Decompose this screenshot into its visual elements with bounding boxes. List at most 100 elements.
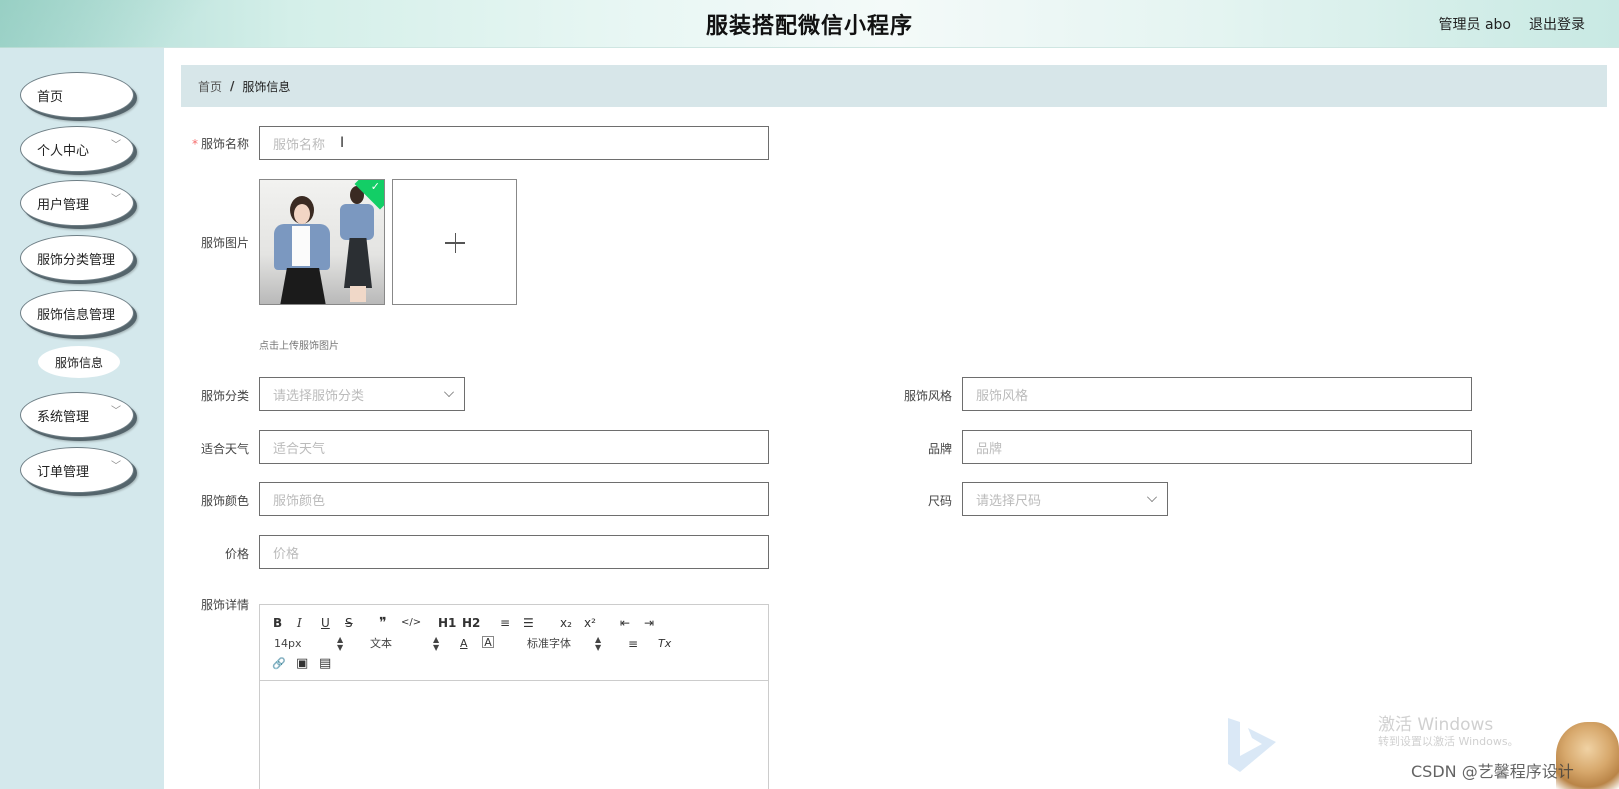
app-header: 服装搭配微信小程序 管理员 abo 退出登录 <box>0 0 1619 48</box>
photo-figure <box>350 286 366 302</box>
link-button[interactable]: 🔗 <box>272 656 286 672</box>
sidebar-item-label: 个人中心 <box>37 143 90 159</box>
sidebar-item-personal-center[interactable]: 个人中心 ﹀ <box>20 126 134 172</box>
windows-activation-subtitle: 转到设置以激活 Windows。 <box>1378 735 1519 748</box>
weather-placeholder: 适合天气 <box>273 441 326 457</box>
blockquote-button[interactable]: ❞ <box>379 615 387 631</box>
chevron-down-icon: ﹀ <box>111 406 121 417</box>
sidebar-item-home[interactable]: 首页 <box>20 72 134 118</box>
code-button[interactable]: </> <box>401 615 421 631</box>
size-placeholder: 请选择尺码 <box>976 493 1042 509</box>
size-label: 尺码 <box>927 494 952 508</box>
updown-icon: ▲ ▼ <box>433 635 440 652</box>
category-select[interactable]: 请选择服饰分类 <box>259 377 465 411</box>
italic-button[interactable]: I <box>297 615 302 631</box>
bold-button[interactable]: B <box>273 615 282 631</box>
brand-label: 品牌 <box>927 442 952 456</box>
bullet-list-button[interactable]: ☰ <box>523 615 534 631</box>
color-input[interactable]: 服饰颜色 <box>259 482 769 516</box>
brand-input[interactable]: 品牌 <box>962 430 1472 464</box>
sidebar-item-category-management[interactable]: 服饰分类管理 <box>20 235 134 281</box>
breadcrumb-separator: / <box>230 79 235 93</box>
sidebar: 首页 个人中心 ﹀ 用户管理 ﹀ 服饰分类管理 服饰信息管理 服饰信息 系统管理… <box>0 48 164 789</box>
editor-content[interactable] <box>260 682 768 789</box>
text-color-button[interactable]: A <box>460 636 468 652</box>
video-button[interactable]: ▤ <box>319 656 331 672</box>
image-label: 服饰图片 <box>200 236 249 250</box>
text-cursor-icon: I <box>340 135 345 151</box>
superscript-button[interactable]: x² <box>584 615 596 631</box>
name-placeholder: 服饰名称 <box>273 137 326 153</box>
chevron-down-icon <box>1147 492 1157 502</box>
bing-logo-icon <box>1228 718 1276 772</box>
style-label: 服饰风格 <box>903 389 952 403</box>
photo-figure <box>292 226 310 266</box>
image-button[interactable]: ▣ <box>296 656 308 672</box>
sidebar-item-system-management[interactable]: 系统管理 ﹀ <box>20 392 134 438</box>
current-user: 管理员 abo <box>1438 17 1511 33</box>
chevron-down-icon: ﹀ <box>111 140 121 151</box>
required-mark: * <box>191 137 198 151</box>
photo-figure <box>340 204 374 240</box>
upload-hint: 点击上传服饰图片 <box>259 341 339 352</box>
outdent-button[interactable]: ⇤ <box>620 615 630 631</box>
indent-button[interactable]: ⇥ <box>644 615 654 631</box>
photo-figure <box>294 204 310 224</box>
price-label: 价格 <box>224 547 249 561</box>
align-button[interactable]: ≡ <box>628 636 638 652</box>
sidebar-item-label: 服饰信息 <box>54 355 103 370</box>
sidebar-item-label: 订单管理 <box>37 464 90 480</box>
h2-button[interactable]: H2 <box>462 615 480 631</box>
price-input[interactable]: 价格 <box>259 535 769 569</box>
font-family-select[interactable]: 标准字体 ▲ ▼ <box>527 636 603 652</box>
upload-image-button[interactable] <box>392 179 517 305</box>
sidebar-item-label: 服饰信息管理 <box>37 307 116 323</box>
text-type-select[interactable]: 文本 ▲ ▼ <box>370 636 440 652</box>
subscript-button[interactable]: x₂ <box>560 615 572 631</box>
editor-toolbar: B I U S ❞ </> H1 H2 ≡ ☰ x₂ x² ⇤ ⇥ 14px ▲… <box>260 605 768 681</box>
font-size-select[interactable]: 14px ▲ ▼ <box>274 636 344 652</box>
updown-icon: ▲ ▼ <box>337 635 344 652</box>
style-input[interactable]: 服饰风格 <box>962 377 1472 411</box>
breadcrumb: 首页 / 服饰信息 <box>181 65 1607 107</box>
underline-button[interactable]: U <box>321 615 330 631</box>
weather-input[interactable]: 适合天气 <box>259 430 769 464</box>
brand-placeholder: 品牌 <box>976 441 1003 457</box>
photo-figure <box>280 268 326 304</box>
sidebar-item-user-management[interactable]: 用户管理 ﹀ <box>20 180 134 226</box>
plus-icon <box>454 233 456 253</box>
size-select[interactable]: 请选择尺码 <box>962 482 1168 516</box>
name-label-text: 服饰名称 <box>200 137 249 151</box>
sidebar-item-order-management[interactable]: 订单管理 ﹀ <box>20 447 134 493</box>
text-type-value: 文本 <box>370 637 392 650</box>
sidebar-item-label: 首页 <box>37 89 64 105</box>
sidebar-subitem-clothing-info[interactable]: 服饰信息 <box>38 346 120 378</box>
sidebar-item-label: 用户管理 <box>37 197 90 213</box>
color-label: 服饰颜色 <box>200 494 249 508</box>
app-title: 服装搭配微信小程序 <box>705 14 913 39</box>
color-placeholder: 服饰颜色 <box>273 493 326 509</box>
h1-button[interactable]: H1 <box>438 615 456 631</box>
strike-button[interactable]: S <box>345 615 353 631</box>
font-size-value: 14px <box>274 637 302 650</box>
updown-icon: ▲ ▼ <box>595 635 602 652</box>
price-placeholder: 价格 <box>273 546 300 562</box>
sidebar-item-clothing-info-management[interactable]: 服饰信息管理 <box>20 290 134 336</box>
check-icon: ✓ <box>370 180 380 193</box>
csdn-watermark: CSDN @艺馨程序设计 <box>1411 762 1574 781</box>
sidebar-item-label: 服饰分类管理 <box>37 252 116 268</box>
breadcrumb-home[interactable]: 首页 <box>198 78 222 95</box>
clean-format-button[interactable]: Tx <box>658 636 671 652</box>
sidebar-item-label: 系统管理 <box>37 409 90 425</box>
weather-label: 适合天气 <box>200 442 249 456</box>
windows-activation-title: 激活 Windows <box>1378 715 1494 735</box>
uploaded-image[interactable]: ✓ <box>259 179 385 305</box>
rich-text-editor: B I U S ❞ </> H1 H2 ≡ ☰ x₂ x² ⇤ ⇥ 14px ▲… <box>259 604 769 789</box>
name-input[interactable]: 服饰名称 I <box>259 126 769 160</box>
breadcrumb-current: 服饰信息 <box>242 79 291 94</box>
chevron-down-icon: ﹀ <box>111 194 121 205</box>
chevron-down-icon <box>444 387 454 397</box>
logout-button[interactable]: 退出登录 <box>1529 14 1585 34</box>
ordered-list-button[interactable]: ≡ <box>500 615 510 631</box>
background-color-button[interactable]: A <box>482 636 494 648</box>
